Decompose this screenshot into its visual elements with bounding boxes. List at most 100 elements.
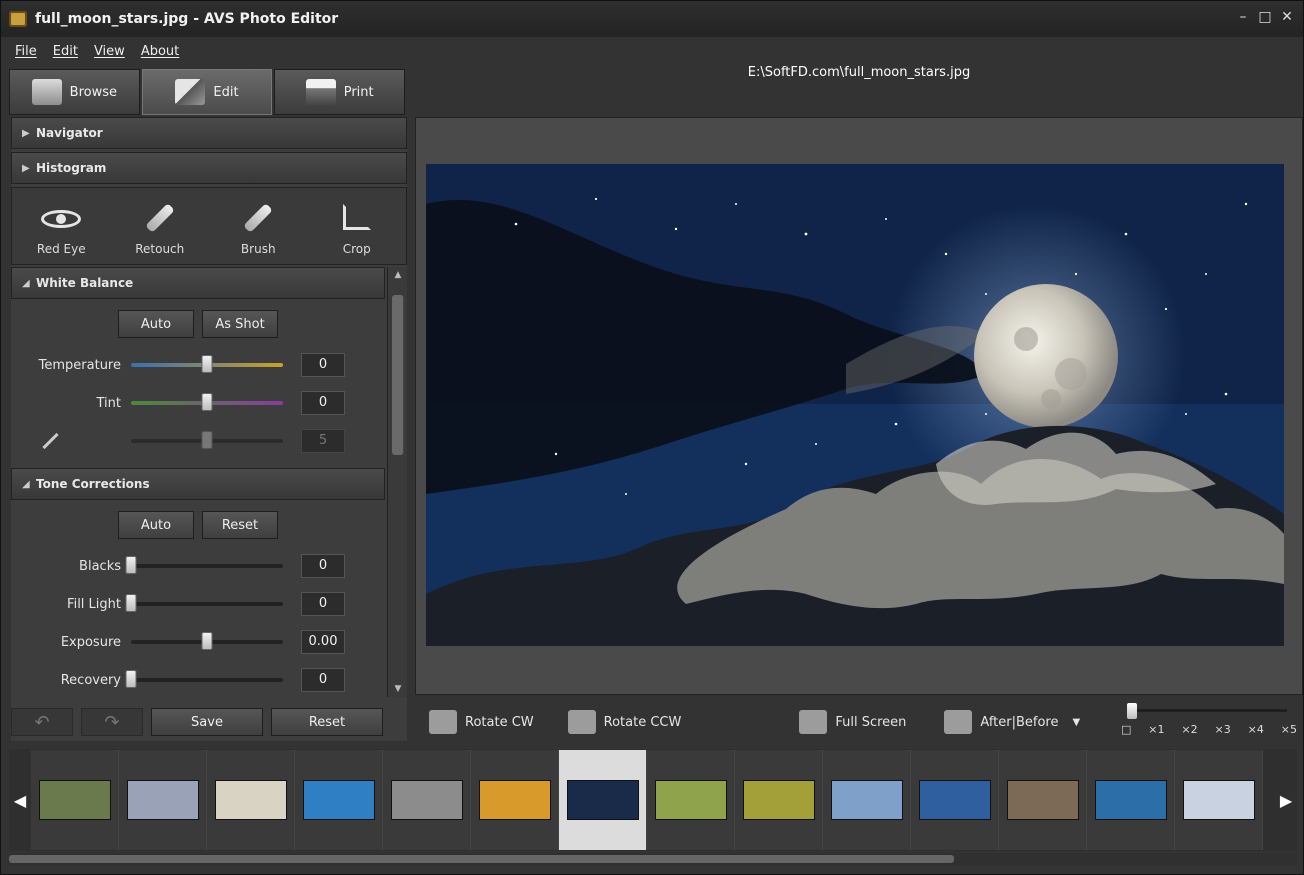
tool-buttons: Red Eye Retouch Brush Crop	[11, 187, 407, 265]
slider-knob[interactable]	[201, 355, 213, 373]
recovery-slider[interactable]	[125, 670, 283, 688]
filmstrip-thumbnail[interactable]	[207, 750, 295, 850]
slider-knob[interactable]	[125, 556, 137, 574]
filmstrip-thumbnail[interactable]	[383, 750, 471, 850]
filmstrip-next-icon[interactable]: ▶	[1275, 791, 1297, 810]
white-balance-body: Auto As Shot Temperature 0 Tint 0 5	[11, 302, 385, 460]
adjustments-scroll-area: ◢ White Balance Auto As Shot Temperature…	[11, 267, 385, 697]
slider-knob[interactable]	[201, 393, 213, 411]
filmstrip-thumbnail[interactable]	[1175, 750, 1263, 850]
filmstrip-thumbnail[interactable]	[559, 750, 647, 850]
exposure-slider[interactable]	[131, 632, 283, 650]
exposure-value[interactable]: 0.00	[301, 630, 345, 654]
tint-value[interactable]: 0	[301, 391, 345, 415]
scroll-thumb[interactable]	[392, 295, 404, 455]
wb-as-shot-button[interactable]: As Shot	[202, 310, 278, 338]
edit-actions: ↶ ↷ Save Reset	[11, 707, 407, 737]
close-button[interactable]: ✕	[1279, 9, 1295, 25]
rotate-cw-button[interactable]: Rotate CW	[429, 710, 534, 734]
thumbnail-image	[1094, 780, 1167, 820]
zoom-fit-label[interactable]: □	[1121, 723, 1131, 736]
tone-auto-button[interactable]: Auto	[118, 511, 194, 539]
fill-light-value[interactable]: 0	[301, 592, 345, 616]
full-screen-button[interactable]: Full Screen	[799, 710, 906, 734]
menu-view[interactable]: View	[94, 44, 125, 59]
menu-file[interactable]: File	[15, 44, 37, 59]
tab-browse[interactable]: Browse	[9, 69, 140, 115]
zoom-slider[interactable]: □ ×1 ×2 ×3 ×4 ×5	[1121, 701, 1297, 743]
slider-knob[interactable]	[201, 632, 213, 650]
navigator-header[interactable]: ▶ Navigator	[11, 117, 407, 149]
dropdown-arrow-icon[interactable]: ▼	[1073, 717, 1081, 728]
temperature-slider[interactable]	[131, 355, 283, 373]
blacks-slider[interactable]	[125, 556, 283, 574]
rotate-ccw-button[interactable]: Rotate CCW	[567, 710, 681, 734]
tint-row: Tint 0	[11, 384, 385, 422]
filmstrip-scroll-thumb[interactable]	[9, 855, 954, 863]
eyedropper-icon[interactable]	[41, 431, 61, 451]
minimize-button[interactable]: –	[1235, 9, 1251, 25]
tone-reset-button[interactable]: Reset	[202, 511, 278, 539]
undo-button[interactable]: ↶	[11, 708, 73, 736]
tool-brush[interactable]: Brush	[218, 202, 298, 256]
thumbnail-image	[742, 780, 815, 820]
panel-scrollbar[interactable]: ▲ ▼	[387, 267, 407, 697]
filmstrip-thumbnail[interactable]	[31, 750, 119, 850]
thumbnail-image	[654, 780, 727, 820]
zoom-track[interactable]	[1127, 703, 1287, 719]
filmstrip-thumbnail[interactable]	[647, 750, 735, 850]
temperature-value[interactable]: 0	[301, 353, 345, 377]
menu-edit[interactable]: Edit	[53, 44, 78, 59]
zoom-4-label[interactable]: ×4	[1248, 723, 1264, 736]
filmstrip-scrollbar[interactable]	[9, 853, 1297, 865]
slider-knob[interactable]	[125, 670, 137, 688]
scroll-up-icon[interactable]: ▲	[392, 270, 404, 280]
expand-arrow-icon: ▶	[22, 162, 30, 174]
menu-about[interactable]: About	[141, 44, 179, 59]
wb-auto-button[interactable]: Auto	[118, 310, 194, 338]
after-before-button[interactable]: After|Before ▼	[944, 710, 1080, 734]
histogram-header[interactable]: ▶ Histogram	[11, 152, 407, 184]
tab-print[interactable]: Print	[274, 69, 406, 115]
tool-crop[interactable]: Crop	[317, 202, 397, 256]
blacks-row: Blacks 0	[11, 547, 385, 585]
picker-slider	[131, 431, 283, 449]
tint-slider[interactable]	[131, 393, 283, 411]
filmstrip-thumbnail[interactable]	[1087, 750, 1175, 850]
retouch-icon	[139, 202, 181, 236]
browse-icon	[31, 79, 62, 105]
zoom-3-label[interactable]: ×3	[1215, 723, 1231, 736]
slider-knob[interactable]	[125, 594, 137, 612]
collapse-arrow-icon: ◢	[22, 478, 30, 490]
zoom-1-label[interactable]: ×1	[1148, 723, 1164, 736]
filmstrip-thumbnail[interactable]	[911, 750, 999, 850]
white-balance-header[interactable]: ◢ White Balance	[11, 267, 385, 299]
tab-edit-label: Edit	[213, 84, 239, 100]
reset-button[interactable]: Reset	[271, 708, 383, 736]
filmstrip-prev-icon[interactable]: ◀	[9, 791, 31, 810]
save-button[interactable]: Save	[151, 708, 263, 736]
filmstrip-thumbnail[interactable]	[295, 750, 383, 850]
tool-red-eye[interactable]: Red Eye	[21, 202, 101, 256]
redo-button[interactable]: ↷	[81, 708, 143, 736]
filmstrip-thumbnail[interactable]	[999, 750, 1087, 850]
tone-corrections-header[interactable]: ◢ Tone Corrections	[11, 468, 385, 500]
photo-canvas[interactable]	[426, 164, 1284, 646]
blacks-value[interactable]: 0	[301, 554, 345, 578]
filmstrip-thumbnail[interactable]	[471, 750, 559, 850]
thumbnail-image	[390, 780, 463, 820]
filmstrip-thumbnail[interactable]	[119, 750, 207, 850]
zoom-5-label[interactable]: ×5	[1281, 723, 1297, 736]
filmstrip-thumbnail[interactable]	[735, 750, 823, 850]
zoom-2-label[interactable]: ×2	[1181, 723, 1197, 736]
tool-retouch[interactable]: Retouch	[120, 202, 200, 256]
maximize-button[interactable]: □	[1257, 9, 1273, 25]
thumbnail-image	[830, 780, 903, 820]
tab-edit[interactable]: Edit	[141, 69, 273, 115]
zoom-knob[interactable]	[1127, 703, 1137, 719]
fill-light-slider[interactable]	[125, 594, 283, 612]
filmstrip-thumbnail[interactable]	[823, 750, 911, 850]
scroll-down-icon[interactable]: ▼	[392, 684, 404, 694]
recovery-value[interactable]: 0	[301, 668, 345, 692]
image-viewer	[415, 117, 1303, 695]
